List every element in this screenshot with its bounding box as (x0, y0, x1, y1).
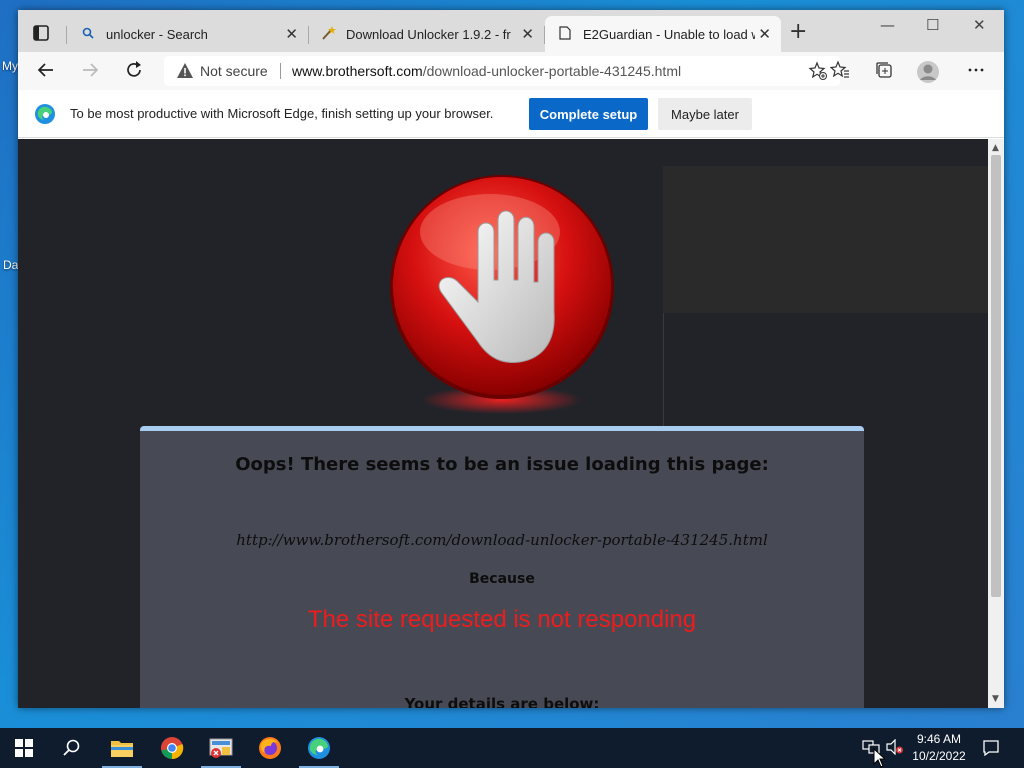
security-label[interactable]: Not secure (200, 63, 268, 79)
error-title: Oops! There seems to be an issue loading… (235, 454, 769, 475)
setup-infobar: To be most productive with Microsoft Edg… (18, 90, 1004, 138)
notifications-icon[interactable] (982, 739, 1000, 761)
search-icon (80, 27, 96, 42)
details-heading: Your details are below: (404, 695, 600, 708)
file-explorer-icon[interactable] (98, 728, 146, 768)
because-label: Because (469, 571, 535, 587)
overlay-panel (663, 166, 988, 313)
desktop-icon-label: Da (3, 258, 19, 272)
forward-button[interactable] (78, 60, 102, 82)
tab-bar: unlocker - Search ✕ Download Unlocker 1.… (18, 10, 1004, 52)
minimize-button[interactable]: — (880, 16, 895, 34)
browser-window: unlocker - Search ✕ Download Unlocker 1.… (18, 10, 1004, 708)
error-card: Oops! There seems to be an issue loading… (140, 426, 864, 708)
url-domain: www.brothersoft.com (292, 63, 423, 79)
favorites-icon[interactable] (828, 60, 852, 82)
page-viewport: Oops! There seems to be an issue loading… (18, 139, 988, 708)
scroll-down-icon[interactable]: ▼ (992, 694, 999, 704)
edge-logo-icon (34, 103, 56, 125)
clock-date: 10/2/2022 (912, 749, 966, 763)
edge-icon[interactable] (295, 728, 343, 768)
vertical-scrollbar[interactable]: ▲ ▼ (988, 139, 1004, 708)
new-tab-button[interactable]: + (789, 21, 807, 43)
more-options-icon[interactable] (964, 60, 988, 82)
tab-actions-icon[interactable] (28, 22, 54, 44)
tab-label: E2Guardian - Unable to load web (583, 26, 755, 42)
url-path: /download-unlocker-portable-431245.html (422, 63, 682, 79)
complete-setup-button[interactable]: Complete setup (529, 98, 648, 130)
toolbar: Not secure www.brothersoft.com/download-… (18, 52, 1004, 90)
taskbar-clock[interactable]: 9:46 AM 10/2/2022 (904, 731, 974, 765)
close-icon[interactable]: ✕ (285, 25, 298, 43)
url-text[interactable]: www.brothersoft.com/download-unlocker-po… (292, 63, 681, 79)
stop-hand-icon (386, 172, 618, 417)
clock-time: 9:46 AM (916, 732, 962, 746)
scroll-up-icon[interactable]: ▲ (992, 143, 999, 153)
collections-icon[interactable] (872, 60, 896, 82)
scroll-thumb[interactable] (991, 155, 1001, 597)
tab-e2guardian[interactable]: E2Guardian - Unable to load web ✕ (545, 16, 781, 52)
chrome-icon[interactable] (148, 728, 196, 768)
mouse-cursor-icon (873, 747, 887, 768)
page-icon (557, 25, 573, 43)
unlocker-wand-icon (320, 25, 336, 44)
address-divider (280, 63, 281, 79)
tab-label: Download Unlocker 1.9.2 - free (346, 26, 511, 42)
search-icon[interactable] (48, 728, 96, 768)
add-favorite-icon[interactable] (808, 61, 828, 86)
tab-search[interactable]: unlocker - Search ✕ (68, 16, 309, 52)
refresh-button[interactable] (122, 60, 146, 82)
close-icon[interactable]: ✕ (758, 25, 771, 43)
firefox-icon[interactable] (246, 728, 294, 768)
profile-avatar-icon[interactable] (916, 60, 940, 83)
error-reason: The site requested is not responding (307, 606, 697, 633)
taskbar: 9:46 AM 10/2/2022 (0, 728, 1024, 768)
tab-download-unlocker[interactable]: Download Unlocker 1.9.2 - free ✕ (308, 16, 545, 52)
back-button[interactable] (34, 60, 58, 82)
address-bar[interactable]: Not secure www.brothersoft.com/download-… (164, 56, 840, 86)
desktop-icon-label: My (2, 59, 18, 73)
infobar-message: To be most productive with Microsoft Edg… (70, 106, 494, 121)
volume-muted-icon[interactable] (886, 738, 904, 759)
warning-icon[interactable] (176, 62, 194, 80)
app-icon[interactable] (197, 728, 245, 768)
start-icon[interactable] (0, 728, 48, 768)
tab-divider (66, 26, 67, 44)
maybe-later-button[interactable]: Maybe later (658, 98, 752, 130)
close-window-button[interactable]: ✕ (973, 16, 986, 34)
blocked-url: http://www.brothersoft.com/download-unlo… (236, 531, 768, 549)
maximize-button[interactable]: ☐ (926, 16, 939, 34)
overlay-divider (663, 313, 664, 433)
tab-label: unlocker - Search (106, 26, 208, 42)
close-icon[interactable]: ✕ (521, 25, 534, 43)
